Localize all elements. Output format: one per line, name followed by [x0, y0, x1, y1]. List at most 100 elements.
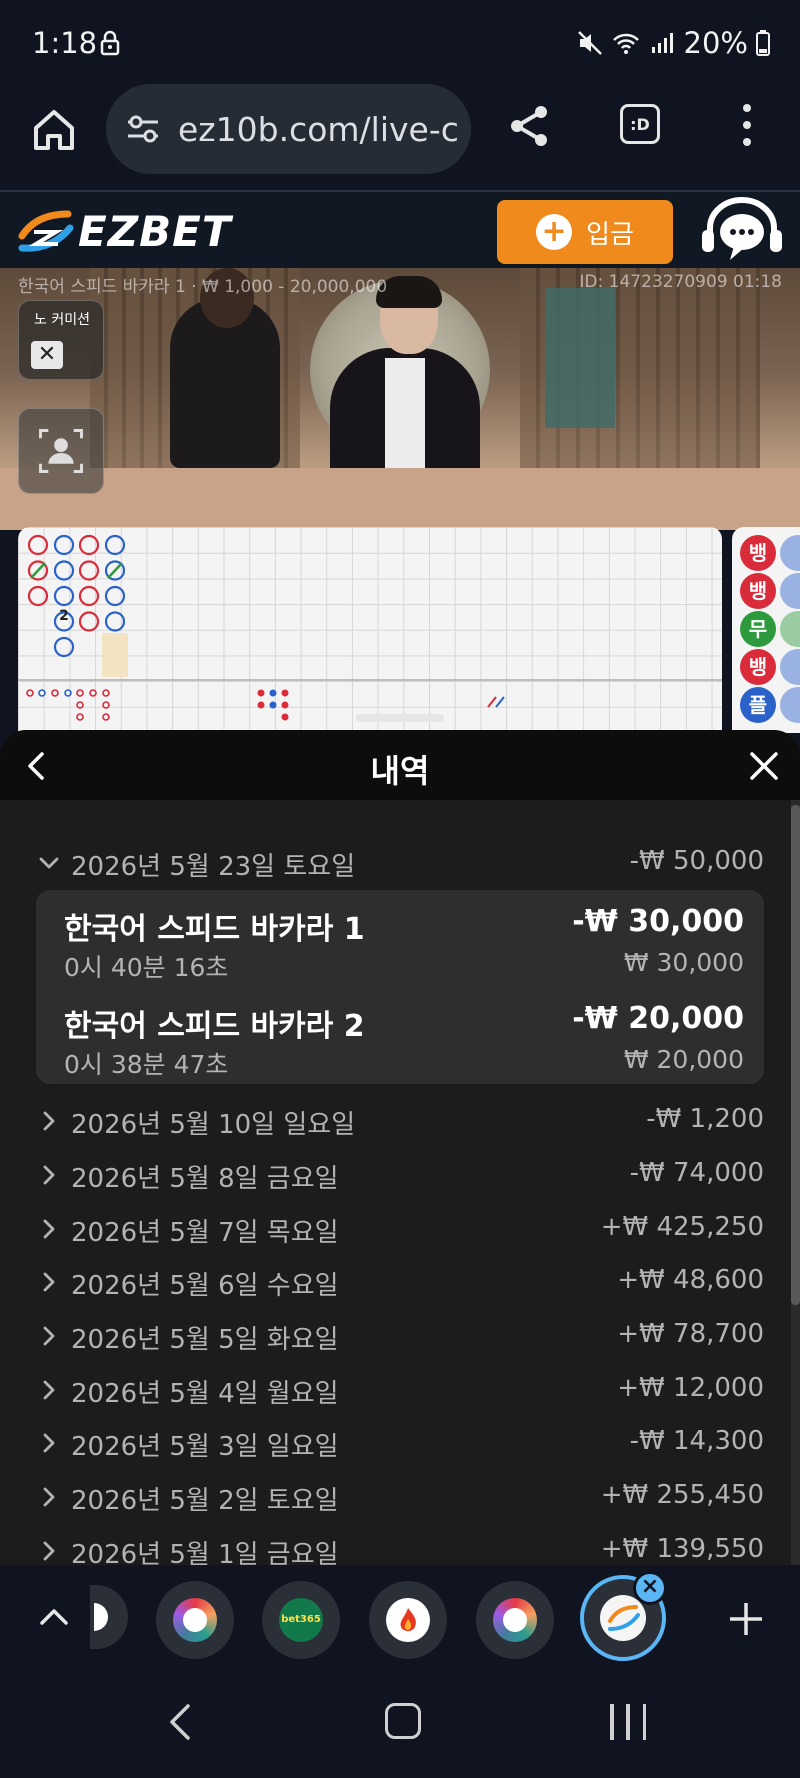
day-date: 2026년 5월 8일 금요일 — [71, 1164, 339, 1194]
tab-rainbow-app[interactable] — [476, 1581, 554, 1659]
tie-count: 2 — [59, 608, 69, 624]
scrollbar-thumb[interactable] — [791, 805, 800, 1305]
day-amount: -₩ 74,000 — [629, 1158, 764, 1188]
address-bar[interactable]: ez10b.com/live-c — [106, 84, 471, 174]
day-amount: +₩ 425,250 — [600, 1212, 764, 1242]
dealer-shirt — [385, 358, 425, 478]
game-table — [0, 468, 800, 530]
day-row[interactable]: 2026년 5월 10일 일요일 -₩ 1,200 — [0, 1102, 790, 1142]
status-time: 1:18 — [32, 26, 98, 60]
day-amount: -₩ 14,300 — [629, 1426, 764, 1456]
game-result: -₩ 30,000 — [572, 904, 744, 939]
ezbet-logo-icon — [18, 210, 74, 252]
side-road-item — [780, 649, 800, 685]
day-row-expanded[interactable]: 2026년 5월 23일 토요일 -₩ 50,000 — [0, 844, 790, 884]
chevron-right-icon — [43, 1433, 55, 1453]
lock-icon — [100, 30, 120, 56]
bet365-icon: bet365 — [279, 1598, 323, 1642]
table-info: 한국어 스피드 바카라 1 · ₩ 1,000 - 20,000,000 — [18, 277, 388, 297]
tab-rainbow-app[interactable] — [156, 1581, 234, 1659]
sheet-title: 내역 — [370, 752, 430, 790]
day-date: 2026년 5월 2일 토요일 — [71, 1486, 339, 1516]
tab-flame[interactable] — [369, 1581, 447, 1659]
mute-icon — [577, 31, 602, 55]
side-road-item — [780, 535, 800, 571]
wifi-icon — [612, 33, 639, 54]
day-date: 2026년 5월 23일 토요일 — [71, 852, 356, 882]
player-mark — [104, 585, 126, 607]
flame-icon — [386, 1598, 430, 1642]
side-road-item — [780, 573, 800, 609]
sheet-header: 내역 — [0, 730, 800, 800]
banker-mark — [27, 585, 49, 607]
day-row[interactable]: 2026년 5월 7일 목요일 +₩ 425,250 — [0, 1210, 790, 1250]
game-name: 한국어 스피드 바카라 2 — [64, 1009, 365, 1044]
day-row[interactable]: 2026년 5월 4일 월요일 +₩ 12,000 — [0, 1371, 790, 1411]
day-row[interactable]: 2026년 5월 3일 일요일 -₩ 14,300 — [0, 1424, 790, 1464]
day-amount: -₩ 50,000 — [629, 846, 764, 876]
plus-icon: + — [536, 214, 573, 250]
customer-support-icon[interactable] — [700, 196, 784, 266]
road-highlight — [102, 633, 128, 677]
day-amount: +₩ 78,700 — [617, 1319, 764, 1349]
chevron-up-icon[interactable] — [38, 1605, 70, 1629]
home-nav-icon[interactable] — [385, 1703, 421, 1739]
day-amount: +₩ 139,550 — [600, 1534, 764, 1564]
game-record[interactable]: 한국어 스피드 바카라 1 0시 40분 16초 -₩ 30,000 ₩ 30,… — [64, 904, 744, 984]
add-tab-icon[interactable] — [728, 1601, 764, 1637]
home-icon[interactable] — [30, 106, 78, 154]
day-row[interactable]: 2026년 5월 6일 수요일 +₩ 48,600 — [0, 1263, 790, 1303]
back-icon[interactable] — [168, 1702, 192, 1742]
side-road-predictions[interactable]: 뱅 뱅 무 뱅 플 — [732, 527, 800, 733]
day-row[interactable]: 2026년 5월 2일 토요일 +₩ 255,450 — [0, 1478, 790, 1518]
sheet-drag-handle[interactable] — [356, 714, 444, 722]
day-row[interactable]: 2026년 5월 8일 금요일 -₩ 74,000 — [0, 1156, 790, 1196]
close-icon[interactable] — [748, 750, 780, 782]
portrait-mode-icon[interactable] — [18, 408, 104, 494]
ezbet-icon — [600, 1595, 646, 1641]
game-record[interactable]: 한국어 스피드 바카라 2 0시 38분 47초 -₩ 20,000 ₩ 20,… — [64, 1001, 744, 1081]
tie-slash — [107, 562, 123, 579]
status-right: 20% — [576, 26, 770, 60]
chevron-right-icon — [43, 1487, 55, 1507]
game-bet: ₩ 20,000 — [623, 1045, 744, 1074]
bead-road[interactable]: 2 — [18, 527, 722, 733]
round-id: ID: 14723270909 01:18 — [579, 272, 782, 292]
rainbow-app-icon — [173, 1598, 217, 1642]
no-commission-toggle[interactable]: 노 커미션 ✕ — [18, 300, 104, 380]
tie-slash — [30, 562, 46, 579]
status-bar: 1:18 20% — [0, 0, 800, 92]
tab-switcher-button[interactable]: :D — [620, 104, 660, 144]
side-road-item — [780, 687, 800, 723]
share-icon[interactable] — [505, 102, 553, 150]
deposit-label: 입금 — [586, 219, 634, 250]
ezbet-logo[interactable]: EZBET — [16, 206, 232, 256]
url-text[interactable]: ez10b.com/live-c — [178, 110, 458, 149]
banker-mark — [78, 611, 100, 632]
day-amount: +₩ 12,000 — [617, 1373, 764, 1403]
day-row[interactable]: 2026년 5월 5일 화요일 +₩ 78,700 — [0, 1317, 790, 1357]
day-date: 2026년 5월 10일 일요일 — [71, 1110, 356, 1140]
bet365-label: bet365 — [281, 1614, 321, 1625]
chevron-right-icon — [43, 1272, 55, 1292]
road-marks — [26, 534, 505, 721]
rainbow-app-icon — [493, 1598, 537, 1642]
game-time: 0시 40분 16초 — [64, 953, 229, 982]
side-road-item: 뱅 — [740, 535, 776, 571]
deposit-button[interactable]: + 입금 — [497, 200, 673, 264]
recent-apps-icon[interactable] — [610, 1704, 646, 1740]
game-name: 한국어 스피드 바카라 1 — [64, 912, 365, 947]
live-video[interactable]: 한국어 스피드 바카라 1 · ₩ 1,000 - 20,000,000 ID:… — [0, 268, 800, 530]
banker-mark — [78, 534, 100, 556]
banker-mark — [78, 560, 100, 581]
day-date: 2026년 5월 1일 금요일 — [71, 1540, 339, 1565]
day-row[interactable]: 2026년 5월 1일 금요일 +₩ 139,550 — [0, 1532, 790, 1565]
chevron-right-icon — [43, 1380, 55, 1400]
close-tab-icon[interactable]: × — [633, 1571, 667, 1605]
battery-icon — [756, 30, 770, 56]
more-menu-icon[interactable] — [740, 104, 754, 146]
site-settings-icon[interactable] — [126, 114, 160, 144]
tab-bet365[interactable]: bet365 — [262, 1581, 340, 1659]
tab-partial[interactable] — [90, 1585, 128, 1649]
player-mark — [53, 534, 75, 556]
